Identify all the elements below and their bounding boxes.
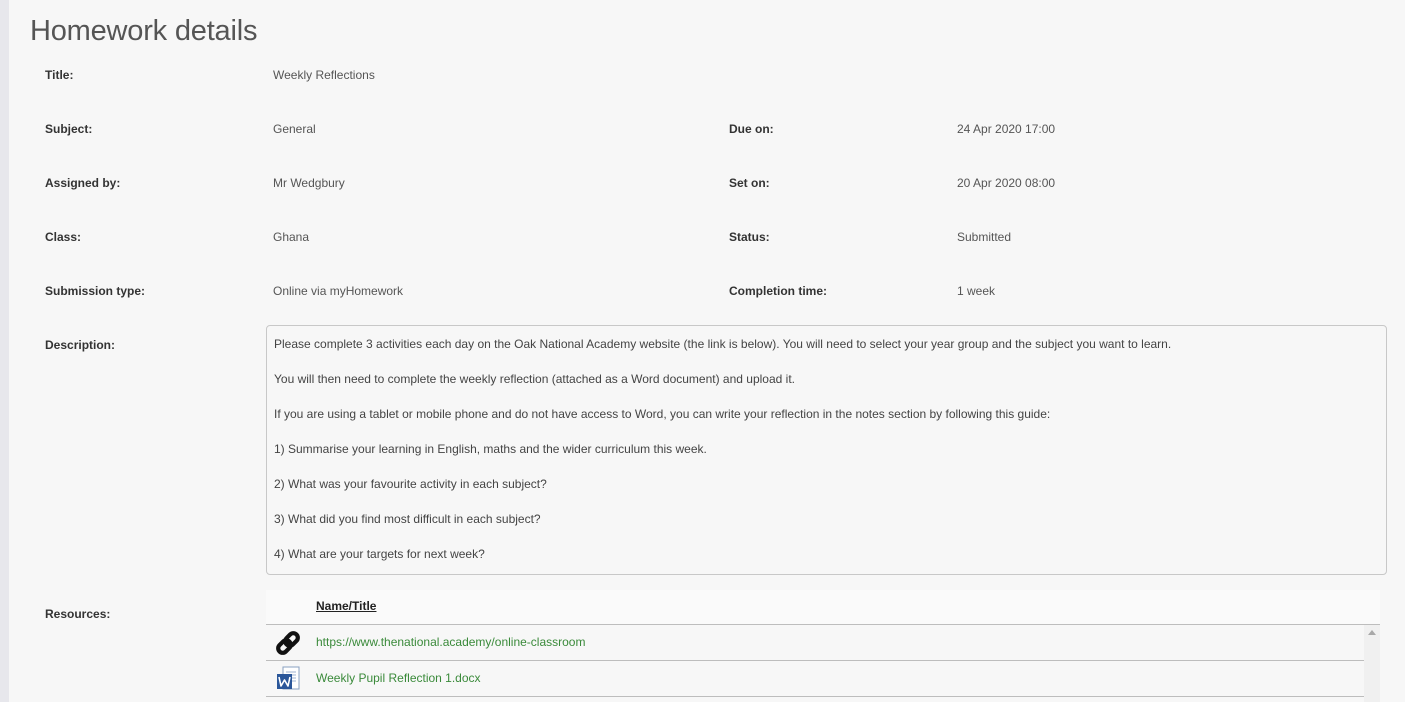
status-value: Submitted xyxy=(957,230,1012,244)
completion-time-value: 1 week xyxy=(957,284,996,298)
resources-table-header: Name/Title xyxy=(266,590,1380,624)
assigned-by-label: Assigned by: xyxy=(45,176,121,190)
name-title-column-header[interactable]: Name/Title xyxy=(316,599,376,613)
description-line: Please complete 3 activities each day on… xyxy=(274,337,1172,351)
resources-list[interactable]: https://www.thenational.academy/online-c… xyxy=(266,624,1380,702)
description-label: Description: xyxy=(45,338,116,352)
description-line: 1) Summarise your learning in English, m… xyxy=(274,442,707,456)
class-label: Class: xyxy=(45,230,82,244)
resource-link-online-classroom[interactable]: https://www.thenational.academy/online-c… xyxy=(316,635,585,649)
left-edge-bar xyxy=(0,0,9,702)
subject-value: General xyxy=(273,122,316,136)
title-label: Title: xyxy=(45,68,74,82)
description-line: 2) What was your favourite activity in e… xyxy=(274,477,547,491)
title-value: Weekly Reflections xyxy=(273,68,375,82)
submission-type-label: Submission type: xyxy=(45,284,146,298)
resource-row[interactable]: Weekly Pupil Reflection 1.docx xyxy=(266,661,1364,697)
page-title: Homework details xyxy=(30,15,258,47)
resource-row[interactable]: https://www.thenational.academy/online-c… xyxy=(266,625,1364,661)
set-on-label: Set on: xyxy=(729,176,770,190)
status-label: Status: xyxy=(729,230,770,244)
link-icon xyxy=(274,629,302,657)
resource-link-weekly-pupil-reflection[interactable]: Weekly Pupil Reflection 1.docx xyxy=(316,671,481,685)
description-line: You will then need to complete the weekl… xyxy=(274,372,795,386)
due-on-label: Due on: xyxy=(729,122,774,136)
due-on-value: 24 Apr 2020 17:00 xyxy=(957,122,1056,136)
homework-details-page: Homework details Title: Weekly Reflectio… xyxy=(0,0,1405,702)
description-line: If you are using a tablet or mobile phon… xyxy=(274,407,1051,421)
scroll-up-arrow-icon[interactable] xyxy=(1368,630,1376,635)
description-line: 4) What are your targets for next week? xyxy=(274,547,485,561)
subject-label: Subject: xyxy=(45,122,93,136)
completion-time-label: Completion time: xyxy=(729,284,827,298)
description-line: 3) What did you find most difficult in e… xyxy=(274,512,541,526)
resources-label: Resources: xyxy=(45,607,111,621)
class-value: Ghana xyxy=(273,230,310,244)
set-on-value: 20 Apr 2020 08:00 xyxy=(957,176,1056,190)
submission-type-value: Online via myHomework xyxy=(273,284,404,298)
resources-scrollbar[interactable] xyxy=(1364,625,1380,702)
description-box[interactable]: Please complete 3 activities each day on… xyxy=(266,325,1387,575)
word-document-icon xyxy=(274,665,302,693)
assigned-by-value: Mr Wedgbury xyxy=(273,176,345,190)
